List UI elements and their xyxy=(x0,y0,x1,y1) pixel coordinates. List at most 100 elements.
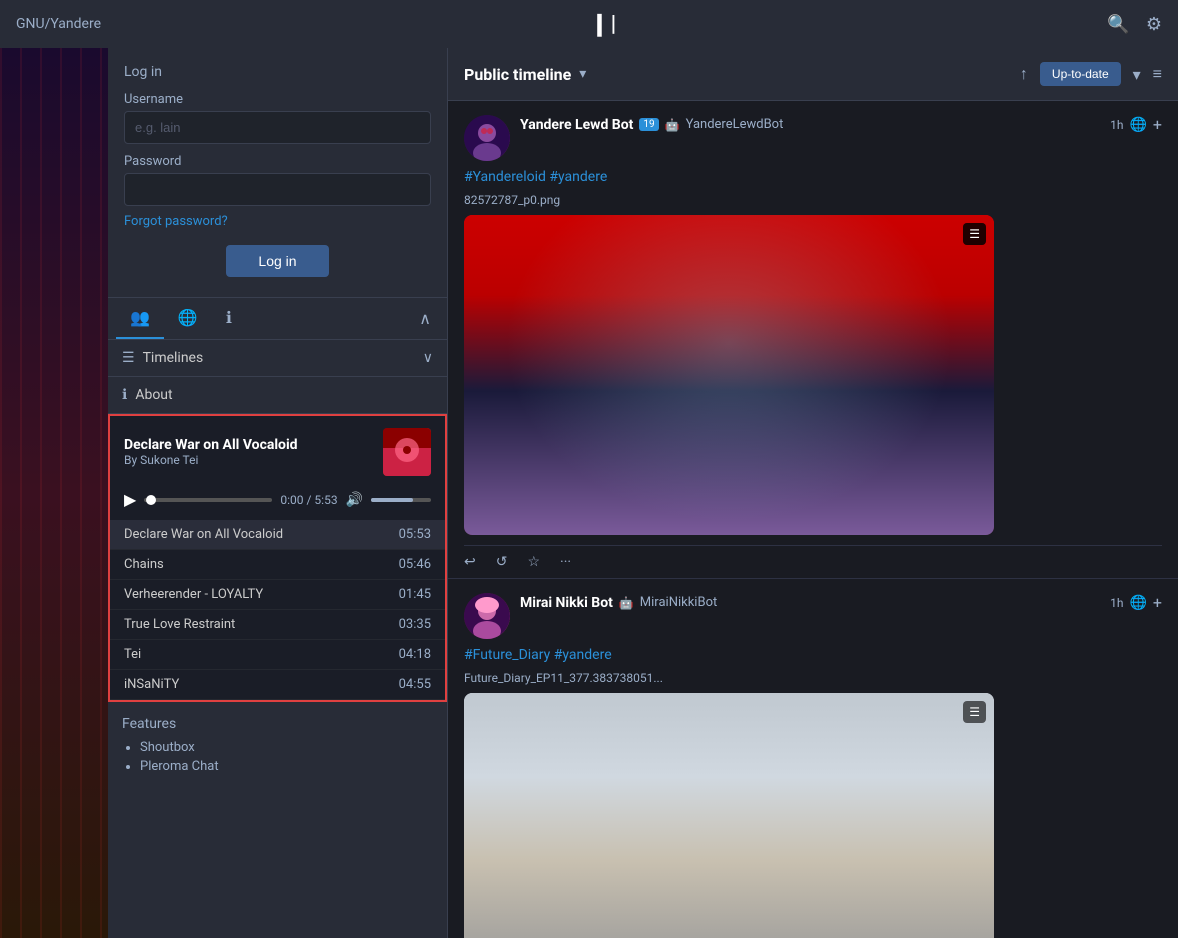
volume-bar[interactable] xyxy=(371,498,431,502)
music-player: Declare War on All Vocaloid By Sukone Te… xyxy=(108,414,447,702)
right-panel: Public timeline ▾ ↑ Up-to-date ▾ ≡ xyxy=(448,48,1178,938)
timeline-header: Public timeline ▾ ↑ Up-to-date ▾ ≡ xyxy=(448,48,1178,101)
up-icon[interactable]: ↑ xyxy=(1020,64,1028,84)
timelines-icon: ☰ xyxy=(122,350,135,366)
progress-bar[interactable] xyxy=(144,498,272,502)
favorite-button[interactable]: ☆ xyxy=(527,554,540,570)
anime-image-2: ☰ The Fourth is our enemy! xyxy=(464,693,994,938)
track-list: Declare War on All Vocaloid 05:53 Chains… xyxy=(110,520,445,700)
track-item[interactable]: iNSaNiTY 04:55 xyxy=(110,670,445,700)
track-item[interactable]: Declare War on All Vocaloid 05:53 xyxy=(110,520,445,550)
post-text: #Yandereloid #yandere xyxy=(464,169,1162,185)
up-to-date-button[interactable]: Up-to-date xyxy=(1040,62,1121,86)
play-button[interactable]: ▶ xyxy=(124,490,136,510)
settings-icon[interactable]: ⚙ xyxy=(1146,14,1162,35)
login-section: Log in Username Password Forgot password… xyxy=(108,48,447,298)
post-text-2: #Future_Diary #yandere xyxy=(464,647,1162,663)
post-plus-icon-2[interactable]: + xyxy=(1153,593,1162,612)
music-info: Declare War on All Vocaloid By Sukone Te… xyxy=(124,437,383,467)
reply-button[interactable]: ↩ xyxy=(464,554,476,570)
anime-image-1: ☰ ☰ xyxy=(464,215,994,535)
post-1: Yandere Lewd Bot 19 🤖 YandereLewdBot 1h … xyxy=(448,101,1178,579)
hashtag-future-diary[interactable]: #Future_Diary xyxy=(464,647,550,663)
password-input[interactable] xyxy=(124,173,431,206)
post-time: 1h xyxy=(1110,118,1123,132)
post-image-2[interactable]: ☰ The Fourth is our enemy! xyxy=(464,693,994,938)
left-panel: Log in Username Password Forgot password… xyxy=(108,48,448,938)
post-image-1[interactable]: ☰ ☰ xyxy=(464,215,994,535)
post-meta-2: Mirai Nikki Bot 🤖 MiraiNikkiBot 1h 🌐 + xyxy=(520,593,1162,612)
track-item[interactable]: Chains 05:46 xyxy=(110,550,445,580)
timeline-title: Public timeline xyxy=(464,65,571,84)
track-item[interactable]: Tei 04:18 xyxy=(110,640,445,670)
image-menu-icon-2[interactable]: ☰ xyxy=(963,701,986,723)
about-section[interactable]: ℹ About xyxy=(108,377,447,414)
post-globe-icon: 🌐 xyxy=(1129,117,1146,133)
tab-people[interactable]: 👥 xyxy=(116,298,164,339)
tabs-row: 👥 🌐 ℹ ∧ xyxy=(108,298,447,340)
tab-info[interactable]: ℹ xyxy=(212,298,246,339)
tab-collapse[interactable]: ∧ xyxy=(411,301,439,336)
post-meta: Yandere Lewd Bot 19 🤖 YandereLewdBot 1h … xyxy=(520,115,1162,134)
music-artist: By Sukone Tei xyxy=(124,453,383,467)
hashtag-yandere[interactable]: #yandere xyxy=(549,169,607,185)
post-handle: YandereLewdBot xyxy=(686,117,784,132)
tab-globe[interactable]: 🌐 xyxy=(164,298,212,339)
post-plus-icon[interactable]: + xyxy=(1153,115,1162,134)
post-filename-2: Future_Diary_EP11_377.383738051... xyxy=(464,671,1162,685)
post-header: Yandere Lewd Bot 19 🤖 YandereLewdBot 1h … xyxy=(464,115,1162,161)
post-2: Mirai Nikki Bot 🤖 MiraiNikkiBot 1h 🌐 + #… xyxy=(448,579,1178,938)
post-username-2: Mirai Nikki Bot xyxy=(520,595,613,611)
brand-name: GNU/Yandere xyxy=(16,16,101,32)
timelines-section[interactable]: ☰ Timelines ∨ xyxy=(108,340,447,377)
post-badge: 19 xyxy=(639,118,658,131)
avatar xyxy=(464,115,510,161)
more-button[interactable]: ··· xyxy=(560,554,571,570)
about-icon: ℹ xyxy=(122,387,127,403)
track-duration: 03:35 xyxy=(399,617,431,632)
about-label: About xyxy=(135,387,433,403)
track-duration: 01:45 xyxy=(399,587,431,602)
track-name: True Love Restraint xyxy=(124,617,399,632)
password-label: Password xyxy=(124,154,431,169)
track-name: Verheerender - LOYALTY xyxy=(124,587,399,602)
post-globe-icon-2: 🌐 xyxy=(1129,595,1146,611)
image-menu-icon[interactable]: ☰ xyxy=(963,223,986,245)
login-button[interactable]: Log in xyxy=(226,245,328,277)
track-duration: 05:53 xyxy=(399,527,431,542)
track-item[interactable]: True Love Restraint 03:35 xyxy=(110,610,445,640)
post-user-row-2: Mirai Nikki Bot 🤖 MiraiNikkiBot 1h 🌐 + xyxy=(520,593,1162,612)
track-name: Declare War on All Vocaloid xyxy=(124,527,399,542)
features-section: Features Shoutbox Pleroma Chat xyxy=(108,702,447,792)
hashtag-yandereloid[interactable]: #Yandereloid xyxy=(464,169,546,185)
features-list: Shoutbox Pleroma Chat xyxy=(122,740,433,774)
progress-thumb xyxy=(146,495,156,505)
hashtag-yandere-2[interactable]: #yandere xyxy=(554,647,612,663)
top-nav: GNU/Yandere ❙| 🔍 ⚙ xyxy=(0,0,1178,48)
track-duration: 04:55 xyxy=(399,677,431,692)
username-input[interactable] xyxy=(124,111,431,144)
post-user-row: Yandere Lewd Bot 19 🤖 YandereLewdBot 1h … xyxy=(520,115,1162,134)
filter-icon[interactable]: ▾ xyxy=(1133,65,1141,84)
track-name: Chains xyxy=(124,557,399,572)
volume-fill xyxy=(371,498,413,502)
track-duration: 04:18 xyxy=(399,647,431,662)
timelines-label: Timelines xyxy=(143,350,423,366)
post-filename: 82572787_p0.png xyxy=(464,193,1162,207)
post-username: Yandere Lewd Bot xyxy=(520,117,633,133)
features-title: Features xyxy=(122,716,433,732)
nav-actions: 🔍 ⚙ xyxy=(1107,14,1162,35)
globe-icon: 🌐 xyxy=(178,308,198,327)
left-background xyxy=(0,48,108,938)
main-layout: Log in Username Password Forgot password… xyxy=(0,48,1178,938)
search-icon[interactable]: 🔍 xyxy=(1107,14,1129,35)
menu-icon[interactable]: ≡ xyxy=(1153,64,1162,84)
info-icon: ℹ xyxy=(226,308,232,327)
people-icon: 👥 xyxy=(130,308,150,327)
timeline-dropdown-icon[interactable]: ▾ xyxy=(579,66,586,82)
music-header: Declare War on All Vocaloid By Sukone Te… xyxy=(110,416,445,484)
post-time-2: 1h xyxy=(1110,596,1123,610)
repost-button[interactable]: ↺ xyxy=(496,554,508,570)
forgot-password-link[interactable]: Forgot password? xyxy=(124,214,228,229)
track-item[interactable]: Verheerender - LOYALTY 01:45 xyxy=(110,580,445,610)
